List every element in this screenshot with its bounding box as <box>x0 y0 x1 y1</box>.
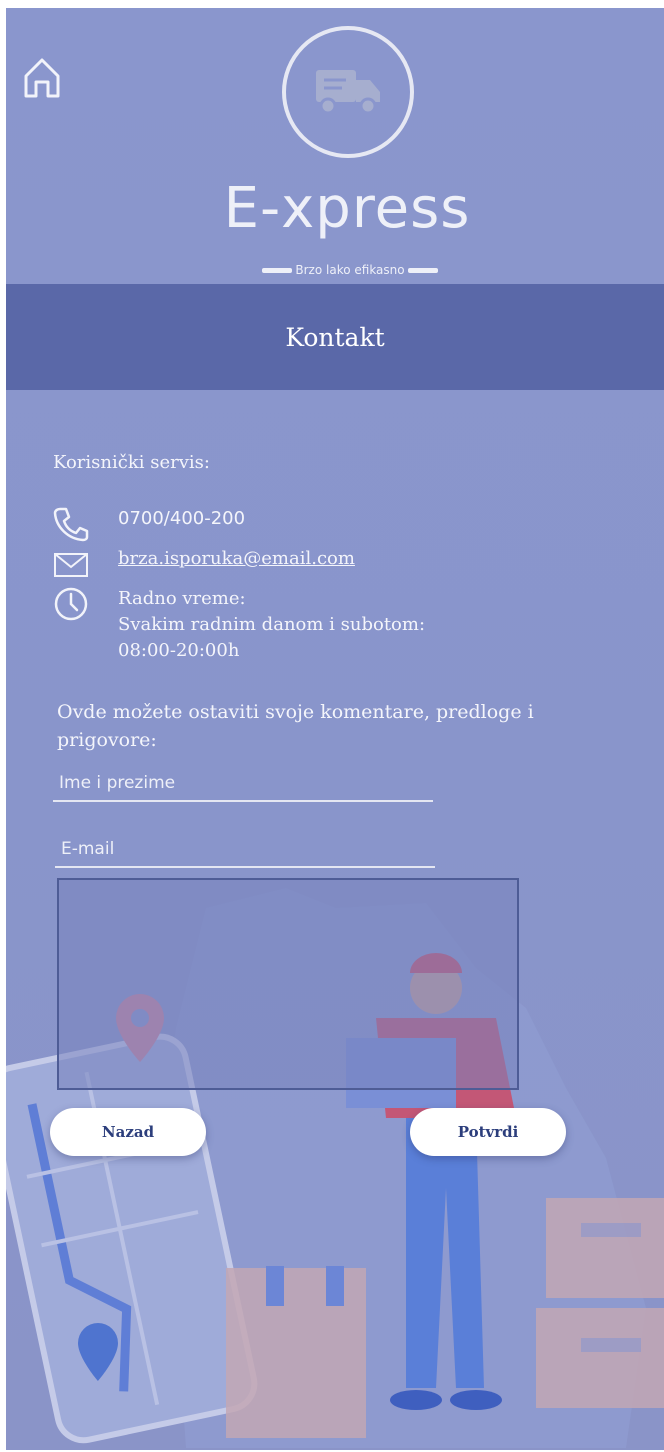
hours-title: Radno vreme: <box>118 588 246 609</box>
hours-time: 08:00-20:00h <box>118 640 240 661</box>
tagline-bar-right <box>407 267 438 273</box>
tagline: Brzo lako efikasno <box>228 260 472 280</box>
name-input[interactable] <box>53 766 433 802</box>
brand-name: E-xpress <box>223 176 471 241</box>
submit-button[interactable]: Potvrdi <box>410 1108 566 1156</box>
back-button[interactable]: Nazad <box>50 1108 206 1156</box>
phone-number[interactable]: 0700/400-200 <box>118 506 245 532</box>
mail-icon <box>54 553 88 577</box>
contact-screen: E-xpress Brzo lako efikasno Kontakt Kori… <box>6 8 664 1450</box>
customer-service-label: Korisnički servis: <box>53 452 210 473</box>
feedback-prompt: Ovde možete ostaviti svoje komentare, pr… <box>57 701 534 751</box>
phone-row: 0700/400-200 <box>52 506 245 542</box>
hours-days: Svakim radnim danom i subotom: <box>118 614 426 635</box>
email-link[interactable]: brza.isporuka@email.com <box>118 546 355 572</box>
email-input[interactable] <box>55 832 435 868</box>
page-title: Kontakt <box>285 322 385 352</box>
email-row: brza.isporuka@email.com <box>52 546 355 582</box>
delivery-truck-icon <box>316 70 380 115</box>
hours-row: Radno vreme: Svakim radnim danom i subot… <box>52 586 425 664</box>
logo <box>282 26 414 158</box>
tagline-bar-left <box>262 267 293 273</box>
home-button[interactable] <box>22 56 62 100</box>
home-icon <box>24 58 60 98</box>
page-title-band: Kontakt <box>6 284 664 390</box>
phone-icon <box>53 507 89 542</box>
clock-icon <box>54 587 88 621</box>
comment-textarea[interactable] <box>57 878 519 1090</box>
working-hours: Radno vreme: Svakim radnim danom i subot… <box>118 586 425 664</box>
tagline-text: Brzo lako efikasno <box>295 263 405 277</box>
